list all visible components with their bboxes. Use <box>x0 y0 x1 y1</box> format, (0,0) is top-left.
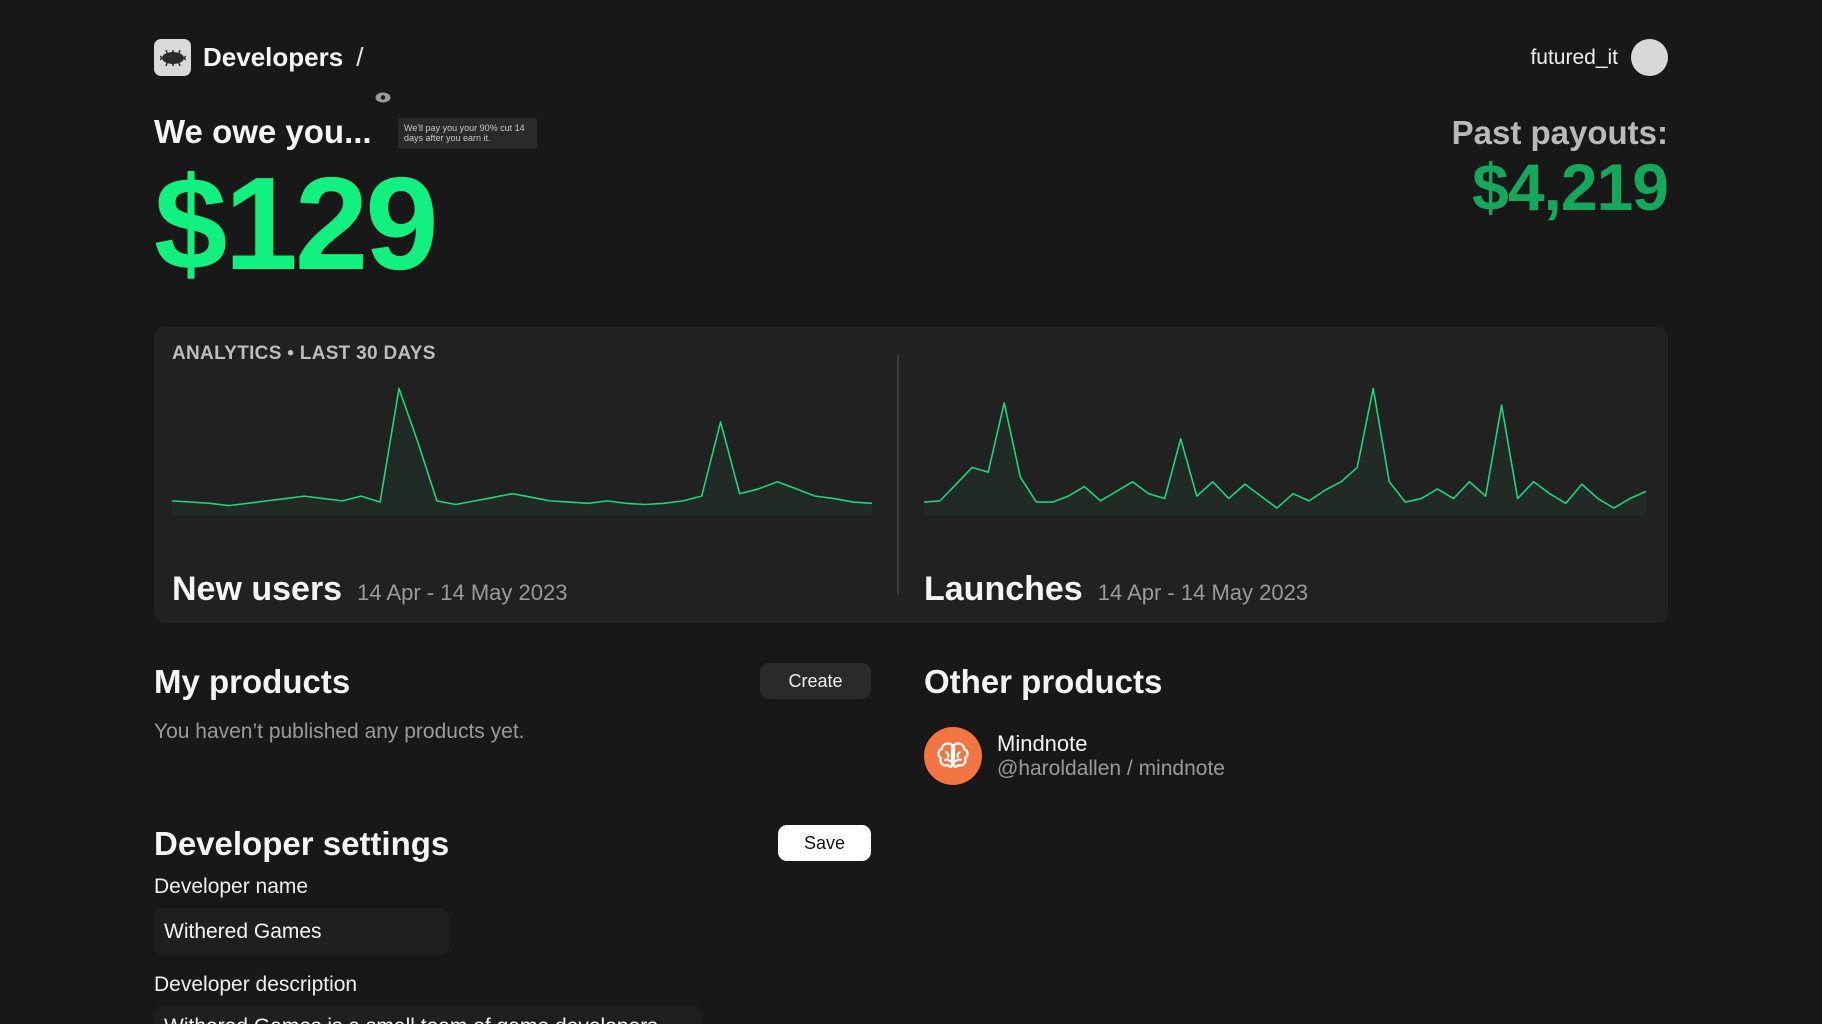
developer-description-field[interactable]: Withered Games is a small team of game d… <box>154 1006 702 1024</box>
owe-label: We owe you... <box>154 113 372 150</box>
empty-products-text: You haven’t published any products yet. <box>154 720 525 743</box>
launches-chart <box>924 385 1646 515</box>
brain-icon <box>924 727 982 785</box>
avatar[interactable] <box>1631 39 1668 76</box>
developer-settings-title: Developer settings <box>154 825 450 862</box>
developer-name-label: Developer name <box>154 875 309 898</box>
owed-amount: $129 <box>154 150 439 297</box>
developer-description-label: Developer description <box>154 973 358 996</box>
my-products-title: My products <box>154 663 351 700</box>
payout-tooltip: We'll pay you your 90% cut 14 days after… <box>398 118 537 149</box>
analytics-card: ANALYTICS • LAST 30 DAYS New users 14 Ap… <box>154 327 1668 623</box>
new-users-title: New users <box>172 570 343 608</box>
app-logo-icon[interactable] <box>154 39 191 76</box>
new-users-caption: New users 14 Apr - 14 May 2023 <box>172 570 567 609</box>
create-product-button[interactable]: Create <box>760 663 871 699</box>
breadcrumb: Developers / <box>154 39 363 76</box>
username[interactable]: futured_it <box>1530 46 1618 70</box>
analytics-divider <box>897 355 899 595</box>
product-name[interactable]: Mindnote <box>997 731 1225 756</box>
breadcrumb-separator: / <box>356 42 364 72</box>
past-payouts-amount: $4,219 <box>1472 150 1669 224</box>
new-users-chart-svg <box>172 385 872 515</box>
launches-date-range: 14 Apr - 14 May 2023 <box>1097 580 1309 605</box>
launches-caption: Launches 14 Apr - 14 May 2023 <box>924 570 1308 609</box>
eye-icon[interactable] <box>375 92 391 103</box>
developer-name-field[interactable]: Withered Games <box>154 908 449 955</box>
developer-dashboard: Developers / futured_it We owe you... We… <box>0 0 1822 1024</box>
past-payouts-label: Past payouts: <box>1451 114 1668 151</box>
analytics-title: ANALYTICS • LAST 30 DAYS <box>172 343 436 364</box>
top-header: Developers / futured_it <box>154 39 1668 77</box>
launches-title: Launches <box>924 570 1083 608</box>
user-menu[interactable]: futured_it <box>1530 39 1668 76</box>
product-text: Mindnote @haroldallen / mindnote <box>997 731 1225 781</box>
other-products-title: Other products <box>924 663 1163 700</box>
brand-title[interactable]: Developers <box>203 42 343 73</box>
new-users-chart <box>172 385 872 515</box>
product-item-mindnote[interactable]: Mindnote @haroldallen / mindnote <box>924 727 1225 785</box>
save-button[interactable]: Save <box>778 825 871 861</box>
launches-chart-svg <box>924 385 1646 515</box>
product-handle: @haroldallen / mindnote <box>997 757 1225 780</box>
new-users-date-range: 14 Apr - 14 May 2023 <box>357 580 568 605</box>
